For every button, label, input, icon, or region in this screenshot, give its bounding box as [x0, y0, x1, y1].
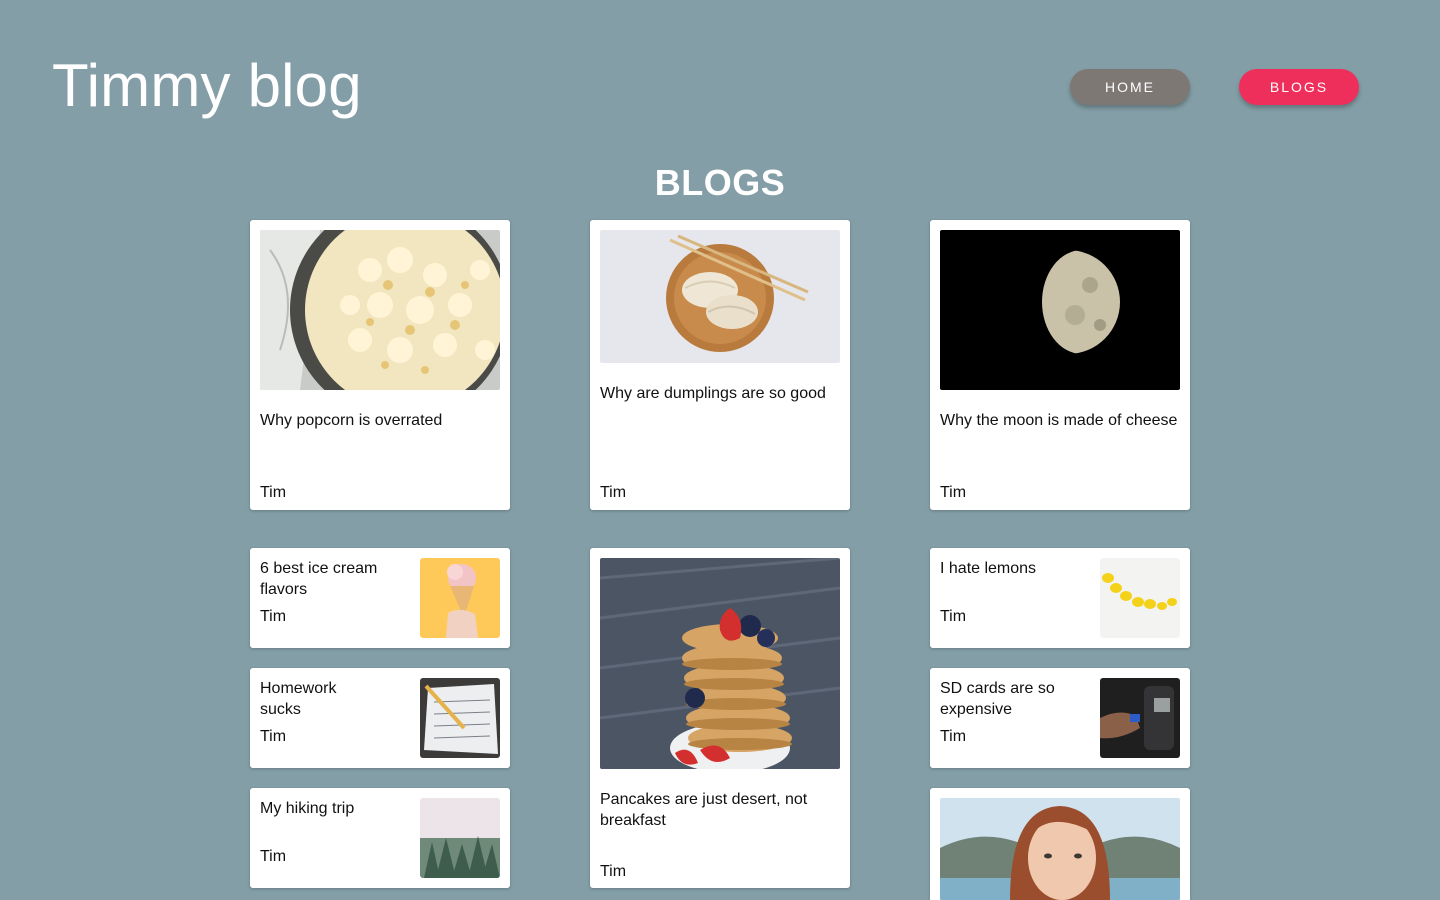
post-title[interactable]: Why are dumplings are so good: [600, 383, 840, 404]
pancakes-image: [600, 558, 840, 769]
hiking-image: [420, 798, 500, 878]
post-author: Tim: [260, 848, 287, 865]
post-author: Tim: [600, 484, 627, 501]
ice-cream-image: [420, 558, 500, 638]
post-author: Tim: [940, 608, 967, 625]
post-author: Tim: [260, 484, 287, 501]
post-author: Tim: [260, 608, 287, 625]
portrait-image: [940, 798, 1180, 900]
popcorn-image: [260, 230, 500, 390]
dumplings-image: [600, 230, 840, 363]
blog-card-homework[interactable]: Homework sucks Tim: [250, 668, 510, 768]
homework-image: [420, 678, 500, 758]
blog-card-popcorn[interactable]: Why popcorn is overrated Tim: [250, 220, 510, 510]
post-author: Tim: [600, 863, 627, 880]
post-title[interactable]: Pancakes are just desert, not breakfast: [600, 789, 840, 831]
blog-card-ice-cream[interactable]: 6 best ice cream flavors Tim: [250, 548, 510, 648]
sd-card-image: [1100, 678, 1180, 758]
post-author: Tim: [260, 728, 287, 745]
nav-blogs-button[interactable]: BLOGS: [1239, 69, 1359, 105]
post-title[interactable]: My hiking trip: [260, 798, 400, 819]
moon-image: [940, 230, 1180, 390]
post-title[interactable]: Why popcorn is overrated: [260, 410, 500, 431]
post-title[interactable]: 6 best ice cream flavors: [260, 558, 400, 600]
blog-card-lemons[interactable]: I hate lemons Tim: [930, 548, 1190, 648]
post-title[interactable]: SD cards are so expensive: [940, 678, 1080, 720]
lemons-image: [1100, 558, 1180, 638]
blog-page: Timmy blog HOME BLOGS BLOGS Why popcorn …: [0, 0, 1440, 900]
post-title[interactable]: I hate lemons: [940, 558, 1080, 579]
nav-home-button[interactable]: HOME: [1070, 69, 1190, 105]
section-title: BLOGS: [654, 162, 786, 203]
site-title[interactable]: Timmy blog: [52, 50, 362, 122]
blog-card-sd-cards[interactable]: SD cards are so expensive Tim: [930, 668, 1190, 768]
post-author: Tim: [940, 728, 967, 745]
post-title[interactable]: Why the moon is made of cheese: [940, 410, 1180, 431]
post-title[interactable]: Homework sucks: [260, 678, 350, 720]
blog-card-pancakes[interactable]: Pancakes are just desert, not breakfast …: [590, 548, 850, 888]
post-author: Tim: [940, 484, 967, 501]
blog-card-hiking[interactable]: My hiking trip Tim: [250, 788, 510, 888]
blog-card-moon[interactable]: Why the moon is made of cheese Tim: [930, 220, 1190, 510]
blog-card-portrait[interactable]: [930, 788, 1190, 900]
blog-card-dumplings[interactable]: Why are dumplings are so good Tim: [590, 220, 850, 510]
